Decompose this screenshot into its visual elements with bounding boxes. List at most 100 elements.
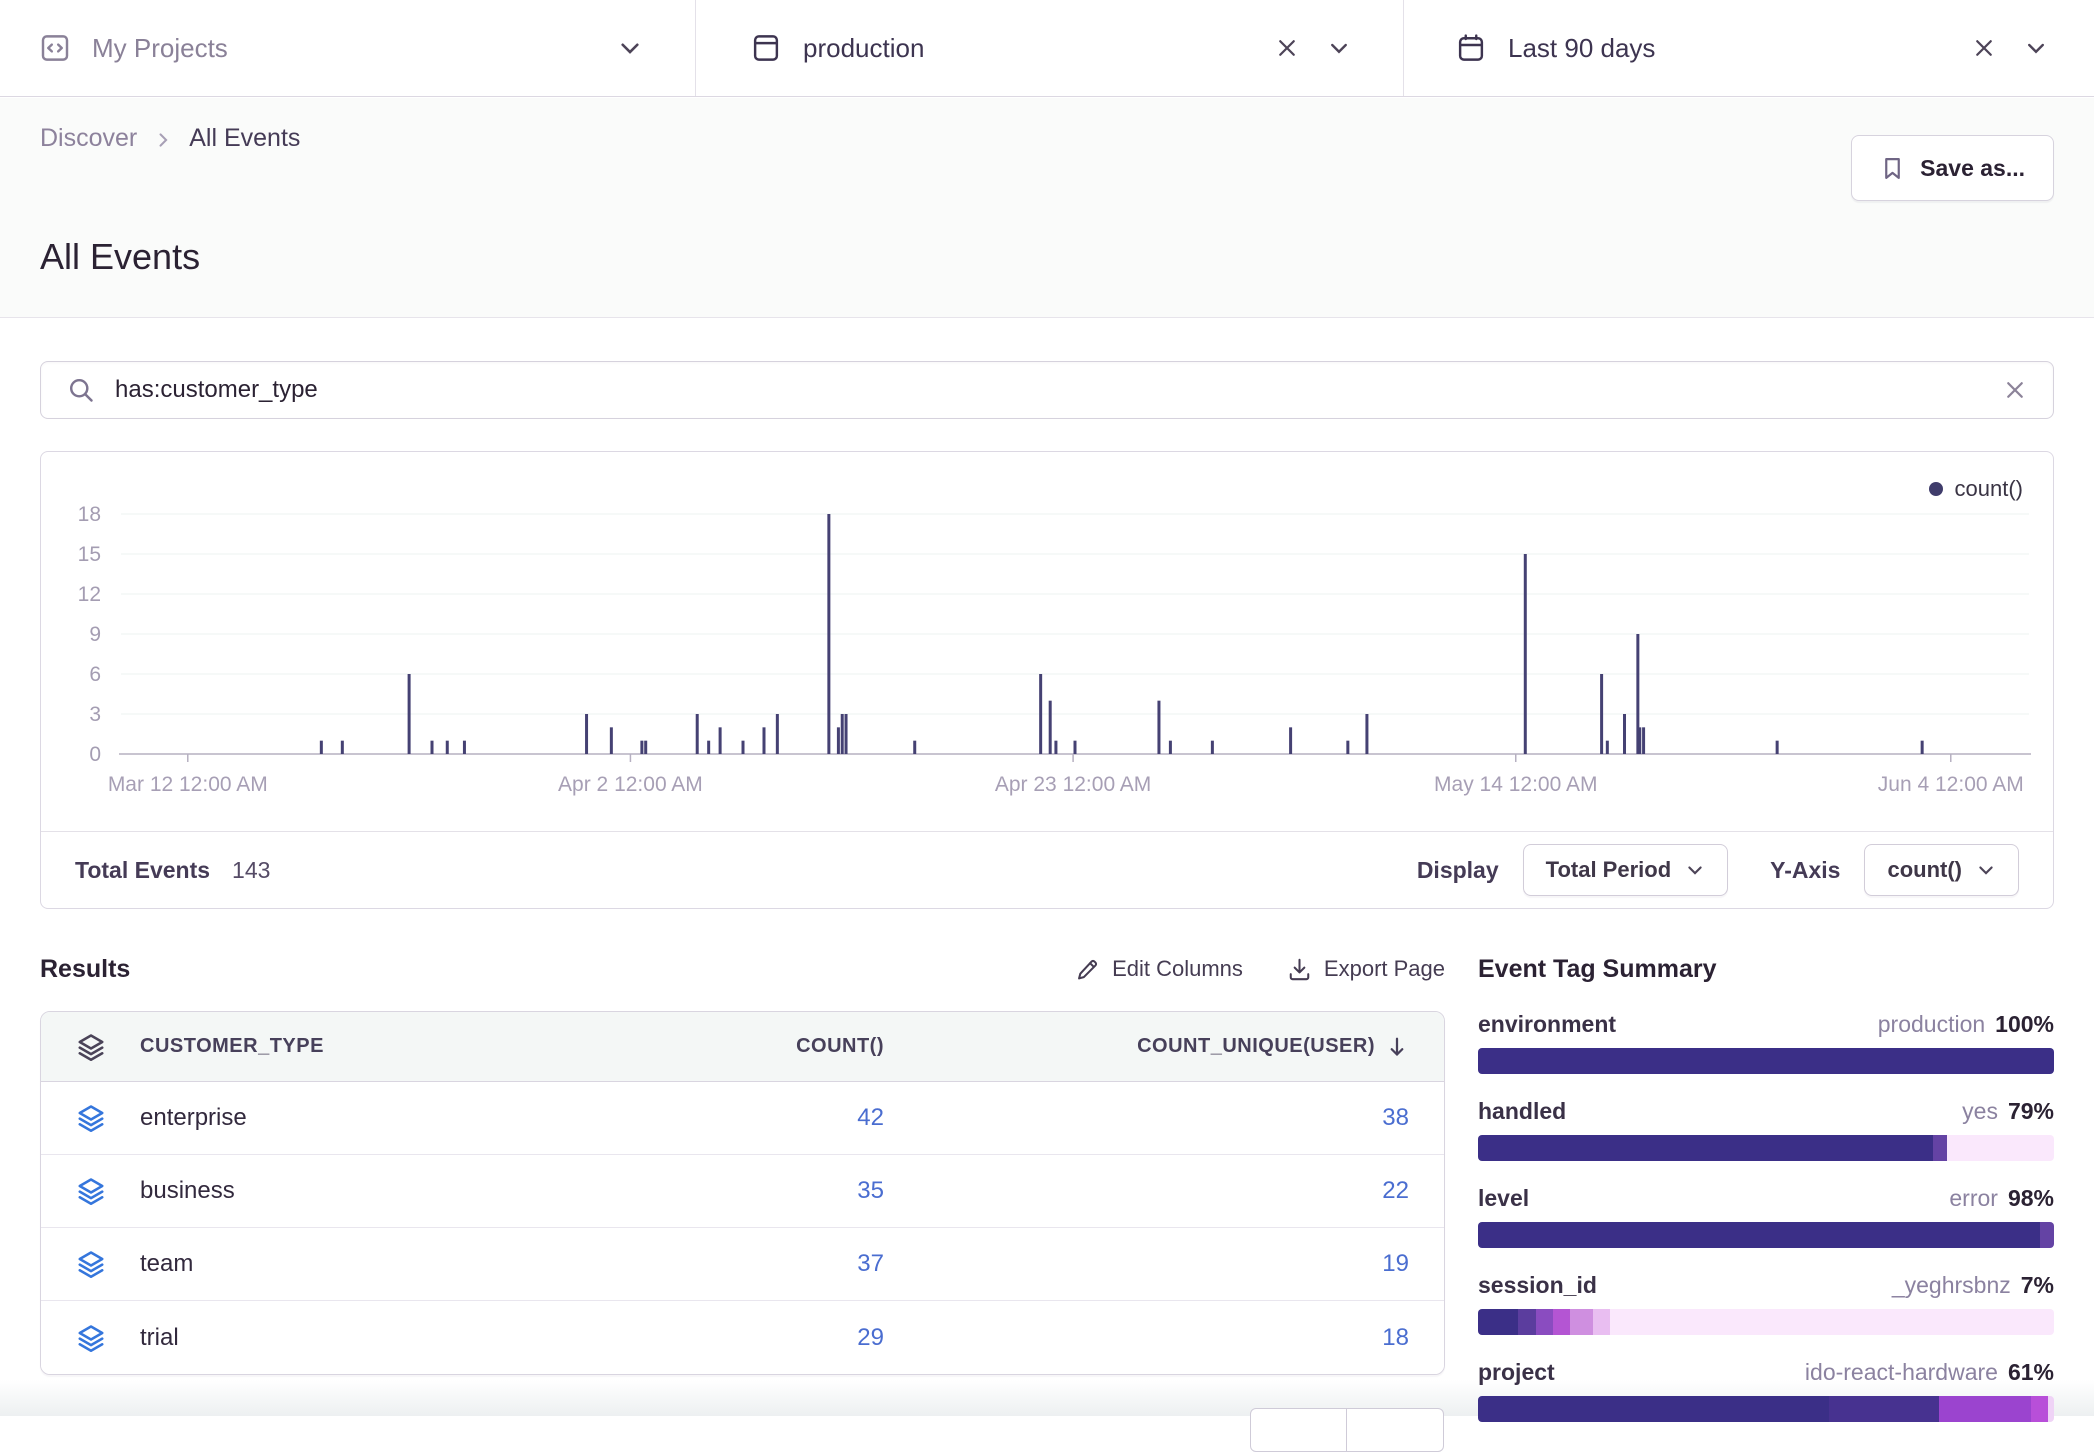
chart-bar[interactable] [1049, 701, 1052, 754]
chart-bar[interactable] [837, 727, 840, 754]
chart-bar[interactable] [841, 714, 844, 754]
chart-bar[interactable] [913, 741, 916, 754]
yaxis-dropdown[interactable]: count() [1864, 844, 2019, 896]
chevron-down-icon[interactable] [1327, 36, 1351, 60]
events-chart[interactable]: 0369121518Mar 12 12:00 AMApr 2 12:00 AMA… [41, 452, 2053, 831]
chart-bar[interactable] [1346, 741, 1349, 754]
tag-bar-segment[interactable] [1478, 1135, 1933, 1161]
clear-search-icon[interactable] [2003, 378, 2027, 402]
count-value-link[interactable]: 42 [674, 1104, 884, 1132]
tag-distribution-bar[interactable] [1478, 1222, 2054, 1248]
tag-bar-segment[interactable] [1939, 1396, 2031, 1422]
previous-page-button[interactable] [1250, 1408, 1347, 1452]
chart-bar[interactable] [446, 741, 449, 754]
chart-bar[interactable] [1365, 714, 1368, 754]
results-table-header: CUSTOMER_TYPE COUNT() COUNT_UNIQUE(USER) [41, 1012, 1444, 1082]
count-value-link[interactable]: 37 [674, 1250, 884, 1278]
chart-bar[interactable] [719, 727, 722, 754]
tag-bar-segment[interactable] [1933, 1135, 1947, 1161]
count-unique-value-link[interactable]: 19 [1382, 1250, 1409, 1278]
tag-bar-segment[interactable] [2048, 1396, 2054, 1422]
chart-bar[interactable] [1638, 727, 1641, 754]
chart-bar[interactable] [1776, 741, 1779, 754]
chart-bar[interactable] [341, 741, 344, 754]
calendar-icon [1456, 33, 1486, 63]
tag-distribution-bar[interactable] [1478, 1396, 2054, 1422]
tag-bar-segment[interactable] [1829, 1396, 1938, 1422]
tag-bar-segment[interactable] [1570, 1309, 1593, 1335]
column-header-count[interactable]: COUNT() [674, 1035, 884, 1058]
chart-bar[interactable] [1289, 727, 1292, 754]
save-as-button[interactable]: Save as... [1851, 135, 2054, 201]
chart-bar[interactable] [1169, 741, 1172, 754]
tag-bar-segment[interactable] [1593, 1309, 1610, 1335]
column-header-customer-type[interactable]: CUSTOMER_TYPE [140, 1035, 324, 1058]
breadcrumb-separator-icon [153, 130, 173, 150]
tag-distribution-bar[interactable] [1478, 1048, 2054, 1074]
project-selector[interactable]: My Projects [0, 0, 695, 96]
search-input[interactable] [115, 376, 2003, 404]
tag-bar-segment[interactable] [1553, 1309, 1570, 1335]
environment-selector[interactable]: production [695, 0, 1403, 96]
display-label: Display [1417, 857, 1499, 884]
count-value-link[interactable]: 29 [674, 1324, 884, 1352]
chart-bar[interactable] [1211, 741, 1214, 754]
chart-bar[interactable] [1642, 727, 1645, 754]
chart-bar[interactable] [827, 514, 830, 754]
tag-bar-segment[interactable] [1610, 1309, 2054, 1335]
edit-columns-button[interactable]: Edit Columns [1075, 956, 1243, 982]
tag-bar-segment[interactable] [1478, 1048, 2054, 1074]
next-page-button[interactable] [1347, 1408, 1444, 1452]
chart-bar[interactable] [776, 714, 779, 754]
chart-bar[interactable] [762, 727, 765, 754]
count-unique-value-link[interactable]: 22 [1382, 1177, 1409, 1205]
chart-bar[interactable] [1074, 741, 1077, 754]
chart-legend[interactable]: count() [1929, 476, 2023, 502]
tag-bar-segment[interactable] [1947, 1135, 2054, 1161]
chart-bar[interactable] [1039, 674, 1042, 754]
table-row: business3522 [41, 1155, 1444, 1228]
tag-bar-segment[interactable] [2040, 1222, 2054, 1248]
chevron-down-icon[interactable] [617, 35, 643, 61]
chart-bar[interactable] [742, 741, 745, 754]
tag-top-value: yes [1962, 1098, 1998, 1124]
count-unique-value-link[interactable]: 18 [1382, 1324, 1409, 1352]
chart-bar[interactable] [640, 741, 643, 754]
tag-bar-segment[interactable] [1478, 1309, 1518, 1335]
chart-bar[interactable] [610, 727, 613, 754]
tag-bar-segment[interactable] [1536, 1309, 1553, 1335]
chart-bar[interactable] [585, 714, 588, 754]
chart-bar[interactable] [1524, 554, 1527, 754]
chart-bar[interactable] [1606, 741, 1609, 754]
chevron-down-icon[interactable] [2024, 36, 2048, 60]
date-range-selector[interactable]: Last 90 days [1403, 0, 2094, 96]
tag-bar-segment[interactable] [2031, 1396, 2048, 1422]
chart-bar[interactable] [1157, 701, 1160, 754]
tag-distribution-bar[interactable] [1478, 1135, 2054, 1161]
export-page-button[interactable]: Export Page [1287, 956, 1445, 982]
chart-bar[interactable] [845, 714, 848, 754]
chart-bar[interactable] [431, 741, 434, 754]
chart-bar[interactable] [1921, 741, 1924, 754]
customer-type-value: team [140, 1250, 193, 1278]
tag-distribution-bar[interactable] [1478, 1309, 2054, 1335]
close-icon[interactable] [1972, 36, 1996, 60]
chart-bar[interactable] [707, 741, 710, 754]
count-value-link[interactable]: 35 [674, 1177, 884, 1205]
chart-bar[interactable] [408, 674, 411, 754]
count-unique-value-link[interactable]: 38 [1382, 1104, 1409, 1132]
breadcrumb-discover-link[interactable]: Discover [40, 124, 137, 153]
tag-bar-segment[interactable] [1478, 1396, 1829, 1422]
tag-bar-segment[interactable] [1478, 1222, 2040, 1248]
display-dropdown[interactable]: Total Period [1523, 844, 1729, 896]
column-header-count-unique[interactable]: COUNT_UNIQUE(USER) [1137, 1035, 1375, 1058]
tag-bar-segment[interactable] [1518, 1309, 1535, 1335]
chart-bar[interactable] [1054, 741, 1057, 754]
chart-bar[interactable] [463, 741, 466, 754]
chart-bar[interactable] [696, 714, 699, 754]
chart-bar[interactable] [320, 741, 323, 754]
chart-bar[interactable] [1600, 674, 1603, 754]
chart-bar[interactable] [644, 741, 647, 754]
chart-bar[interactable] [1623, 714, 1626, 754]
close-icon[interactable] [1275, 36, 1299, 60]
